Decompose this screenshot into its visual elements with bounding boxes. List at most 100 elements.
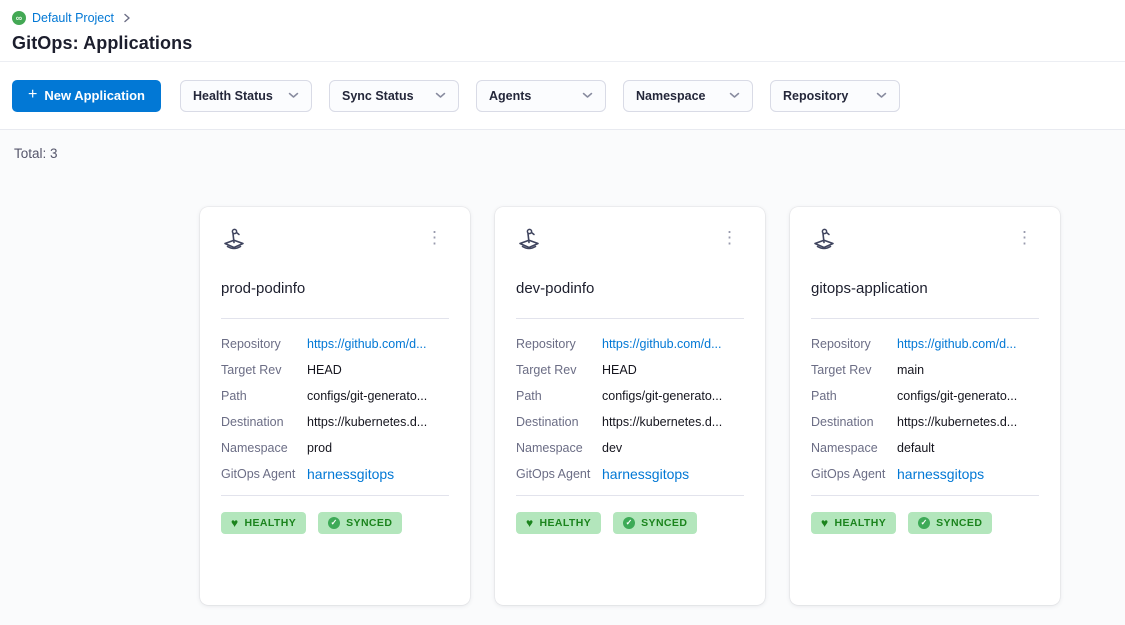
badge-label: HEALTHY	[245, 517, 297, 529]
field-value: HEAD	[307, 363, 342, 377]
page-title: GitOps: Applications	[12, 33, 1113, 54]
field-namespace: Namespace default	[811, 435, 1039, 461]
check-circle-icon: ✓	[328, 517, 340, 529]
field-label: Path	[811, 389, 897, 403]
field-label: Repository	[811, 337, 897, 351]
page-header: ∞ Default Project GitOps: Applications	[0, 0, 1125, 62]
health-status-badge: ♥ HEALTHY	[811, 512, 896, 534]
field-value: configs/git-generato...	[307, 389, 427, 403]
field-value: HEAD	[602, 363, 637, 377]
filter-agents[interactable]: Agents	[476, 80, 606, 112]
new-application-label: New Application	[44, 88, 145, 103]
filter-health-status[interactable]: Health Status	[180, 80, 312, 112]
breadcrumb: ∞ Default Project	[12, 8, 1113, 28]
check-circle-icon: ✓	[623, 517, 635, 529]
kebab-menu-icon[interactable]: ⋮	[1010, 227, 1039, 248]
gitops-applications-page: ∞ Default Project GitOps: Applications +…	[0, 0, 1125, 625]
filter-label: Sync Status	[342, 89, 414, 103]
application-icon	[811, 227, 837, 253]
badge-label: HEALTHY	[540, 517, 592, 529]
applications-grid: ⋮ prod-podinfo Repository https://github…	[200, 207, 1125, 605]
application-name: gitops-application	[811, 280, 1039, 297]
badge-label: SYNCED	[346, 517, 392, 529]
field-label: Target Rev	[811, 363, 897, 377]
divider	[811, 495, 1039, 496]
filter-label: Namespace	[636, 89, 706, 103]
gitops-agent-link[interactable]: harnessgitops	[897, 466, 984, 482]
divider	[516, 495, 744, 496]
filter-label: Agents	[489, 89, 531, 103]
application-card[interactable]: ⋮ gitops-application Repository https://…	[790, 207, 1060, 605]
field-value: main	[897, 363, 924, 377]
field-destination: Destination https://kubernetes.d...	[516, 409, 744, 435]
field-value: https://kubernetes.d...	[897, 415, 1017, 429]
application-card[interactable]: ⋮ dev-podinfo Repository https://github.…	[495, 207, 765, 605]
plus-icon: +	[28, 87, 37, 103]
field-target-rev: Target Rev HEAD	[516, 357, 744, 383]
field-namespace: Namespace dev	[516, 435, 744, 461]
application-icon	[221, 227, 247, 253]
heart-icon: ♥	[526, 517, 534, 529]
filter-group: Health Status Sync Status Agents Namespa…	[180, 80, 900, 112]
field-label: Namespace	[221, 441, 307, 455]
field-label: Path	[516, 389, 602, 403]
breadcrumb-project-link[interactable]: Default Project	[32, 11, 114, 25]
field-repository: Repository https://github.com/d...	[811, 331, 1039, 357]
chevron-down-icon	[876, 92, 887, 99]
divider	[516, 318, 744, 319]
sync-status-badge: ✓ SYNCED	[908, 512, 992, 534]
sync-status-badge: ✓ SYNCED	[318, 512, 402, 534]
status-badges: ♥ HEALTHY ✓ SYNCED	[221, 512, 449, 534]
new-application-button[interactable]: + New Application	[12, 80, 161, 112]
field-value: dev	[602, 441, 622, 455]
field-value: configs/git-generato...	[602, 389, 722, 403]
divider	[221, 318, 449, 319]
field-label: Repository	[516, 337, 602, 351]
chevron-down-icon	[729, 92, 740, 99]
badge-label: SYNCED	[641, 517, 687, 529]
field-label: Destination	[516, 415, 602, 429]
field-repository: Repository https://github.com/d...	[221, 331, 449, 357]
gitops-agent-link[interactable]: harnessgitops	[602, 466, 689, 482]
field-value: prod	[307, 441, 332, 455]
field-value: https://kubernetes.d...	[602, 415, 722, 429]
status-badges: ♥ HEALTHY ✓ SYNCED	[516, 512, 744, 534]
gitops-agent-link[interactable]: harnessgitops	[307, 466, 394, 482]
toolbar: + New Application Health Status Sync Sta…	[0, 62, 1125, 130]
heart-icon: ♥	[231, 517, 239, 529]
sync-status-badge: ✓ SYNCED	[613, 512, 697, 534]
field-value: configs/git-generato...	[897, 389, 1017, 403]
divider	[221, 495, 449, 496]
application-card[interactable]: ⋮ prod-podinfo Repository https://github…	[200, 207, 470, 605]
heart-icon: ♥	[821, 517, 829, 529]
field-label: GitOps Agent	[221, 467, 307, 481]
total-count: Total: 3	[14, 146, 1125, 164]
project-icon: ∞	[12, 11, 26, 25]
chevron-down-icon	[435, 92, 446, 99]
field-path: Path configs/git-generato...	[221, 383, 449, 409]
field-destination: Destination https://kubernetes.d...	[811, 409, 1039, 435]
filter-label: Repository	[783, 89, 848, 103]
repository-link[interactable]: https://github.com/d...	[602, 337, 722, 351]
kebab-menu-icon[interactable]: ⋮	[715, 227, 744, 248]
field-path: Path configs/git-generato...	[811, 383, 1039, 409]
application-icon	[516, 227, 542, 253]
field-label: GitOps Agent	[516, 467, 602, 481]
content-area: Total: 3 ⋮ prod-podinfo Repository https…	[0, 130, 1125, 625]
filter-sync-status[interactable]: Sync Status	[329, 80, 459, 112]
field-gitops-agent: GitOps Agent harnessgitops	[811, 461, 1039, 487]
filter-namespace[interactable]: Namespace	[623, 80, 753, 112]
field-destination: Destination https://kubernetes.d...	[221, 409, 449, 435]
field-target-rev: Target Rev HEAD	[221, 357, 449, 383]
field-label: Namespace	[811, 441, 897, 455]
repository-link[interactable]: https://github.com/d...	[307, 337, 427, 351]
repository-link[interactable]: https://github.com/d...	[897, 337, 1017, 351]
field-label: Target Rev	[221, 363, 307, 377]
field-path: Path configs/git-generato...	[516, 383, 744, 409]
health-status-badge: ♥ HEALTHY	[516, 512, 601, 534]
filter-repository[interactable]: Repository	[770, 80, 900, 112]
field-label: Destination	[811, 415, 897, 429]
chevron-right-icon	[122, 13, 132, 23]
field-namespace: Namespace prod	[221, 435, 449, 461]
kebab-menu-icon[interactable]: ⋮	[420, 227, 449, 248]
